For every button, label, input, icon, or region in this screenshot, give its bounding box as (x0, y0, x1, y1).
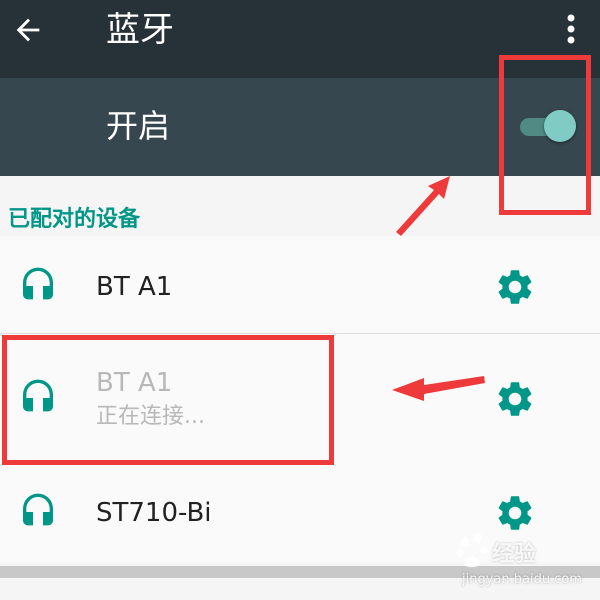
headset-icon (23, 493, 53, 526)
bluetooth-switch-label: 开启 (106, 107, 171, 145)
device-status: 正在连接... (96, 404, 205, 429)
bluetooth-toggle[interactable] (518, 108, 578, 144)
headset-icon (23, 267, 53, 300)
more-vert-icon[interactable] (556, 12, 586, 46)
bluetooth-switch-bar: 开启 (0, 78, 600, 176)
headset-icon (23, 379, 53, 412)
page-title: 蓝牙 (106, 10, 174, 50)
gear-icon[interactable] (494, 378, 536, 420)
arrow-back-icon[interactable] (10, 12, 46, 48)
bottom-bar (0, 578, 600, 600)
list-item[interactable]: BT A1 (0, 236, 600, 341)
toggle-thumb (544, 110, 576, 142)
paired-devices-header: 已配对的设备 (8, 207, 141, 232)
list-item[interactable]: BT A1 正在连接... (0, 334, 600, 462)
device-name: ST710-Bi (96, 498, 212, 528)
gear-icon[interactable] (494, 266, 536, 308)
app-bar: 蓝牙 (0, 0, 600, 78)
bluetooth-settings-screen: 蓝牙 开启 已配对的设备 BT A1 BT A1 正在连接... ST710-B… (0, 0, 600, 600)
device-name: BT A1 (96, 368, 173, 398)
list-item[interactable]: ST710-Bi (0, 462, 600, 562)
device-name: BT A1 (96, 272, 173, 302)
annotation-arrow-icon (396, 176, 450, 236)
gear-icon[interactable] (494, 492, 536, 534)
bottom-divider-strip (0, 566, 600, 578)
